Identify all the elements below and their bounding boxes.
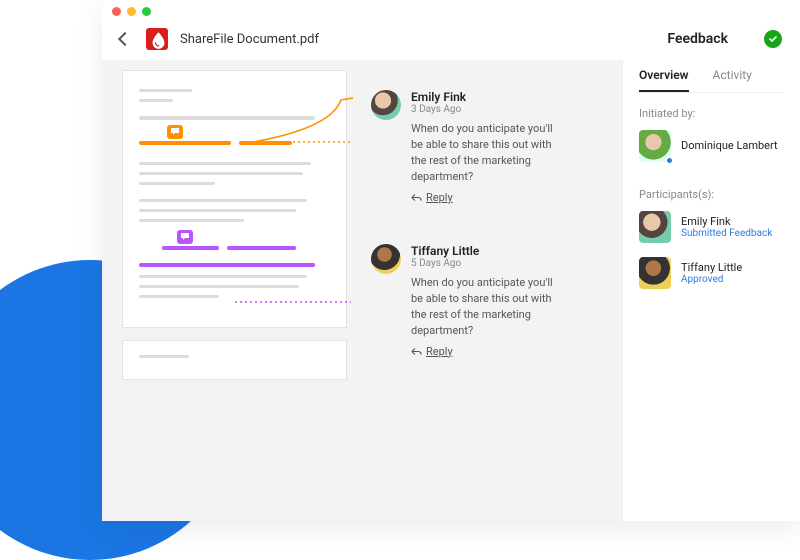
comment-item: Tiffany Little 5 Days Ago When do you an…: [371, 244, 610, 360]
main-area: Emily Fink 3 Days Ago When do you antici…: [102, 60, 622, 521]
person-status: Submitted Feedback: [681, 228, 772, 239]
avatar: [371, 90, 401, 120]
back-button[interactable]: [118, 32, 132, 46]
reply-icon: [411, 346, 422, 357]
comment-author: Emily Fink: [411, 90, 561, 104]
comment-marker-icon[interactable]: [177, 230, 193, 244]
pdf-icon: [146, 28, 168, 50]
initiated-by-label: Initiated by:: [639, 107, 784, 120]
participants-label: Participants(s):: [639, 188, 784, 201]
document-page: [122, 70, 347, 328]
avatar: [371, 244, 401, 274]
reply-button[interactable]: Reply: [411, 345, 453, 358]
document-title: ShareFile Document.pdf: [180, 32, 655, 47]
sidebar-tabs: Overview Activity: [639, 60, 784, 93]
feedback-heading: Feedback: [667, 31, 728, 47]
comment-marker-icon[interactable]: [167, 125, 183, 139]
comment-time: 3 Days Ago: [411, 104, 561, 115]
initiator-row: Dominique Lambert: [639, 130, 784, 162]
tab-activity[interactable]: Activity: [713, 60, 752, 92]
comment-text: When do you anticipate you'll be able to…: [411, 121, 561, 185]
comment-item: Emily Fink 3 Days Ago When do you antici…: [371, 90, 610, 206]
comment-author: Tiffany Little: [411, 244, 561, 258]
person-name: Dominique Lambert: [681, 139, 778, 152]
reply-icon: [411, 192, 422, 203]
comment-time: 5 Days Ago: [411, 258, 561, 269]
window-minimize-dot[interactable]: [127, 7, 136, 16]
app-window: ShareFile Document.pdf Feedback: [102, 0, 800, 521]
tab-overview[interactable]: Overview: [639, 60, 689, 92]
person-name: Emily Fink: [681, 215, 772, 228]
avatar: [639, 130, 671, 162]
participant-row: Emily Fink Submitted Feedback: [639, 211, 784, 243]
comments-column: Emily Fink 3 Days Ago When do you antici…: [347, 70, 622, 521]
reply-label: Reply: [426, 345, 453, 358]
avatar: [639, 211, 671, 243]
header-bar: ShareFile Document.pdf Feedback: [102, 22, 800, 60]
avatar: [639, 257, 671, 289]
document-preview[interactable]: [122, 70, 347, 521]
comment-text: When do you anticipate you'll be able to…: [411, 275, 561, 339]
person-status: Approved: [681, 274, 742, 285]
person-name: Tiffany Little: [681, 261, 742, 274]
window-zoom-dot[interactable]: [142, 7, 151, 16]
window-titlebar: [102, 0, 800, 22]
status-dot-icon: [665, 156, 674, 165]
feedback-sidebar: Overview Activity Initiated by: Dominiqu…: [622, 60, 800, 521]
reply-button[interactable]: Reply: [411, 191, 453, 204]
document-page: [122, 340, 347, 380]
participant-row: Tiffany Little Approved: [639, 257, 784, 289]
reply-label: Reply: [426, 191, 453, 204]
window-close-dot[interactable]: [112, 7, 121, 16]
approved-badge-icon: [764, 30, 782, 48]
